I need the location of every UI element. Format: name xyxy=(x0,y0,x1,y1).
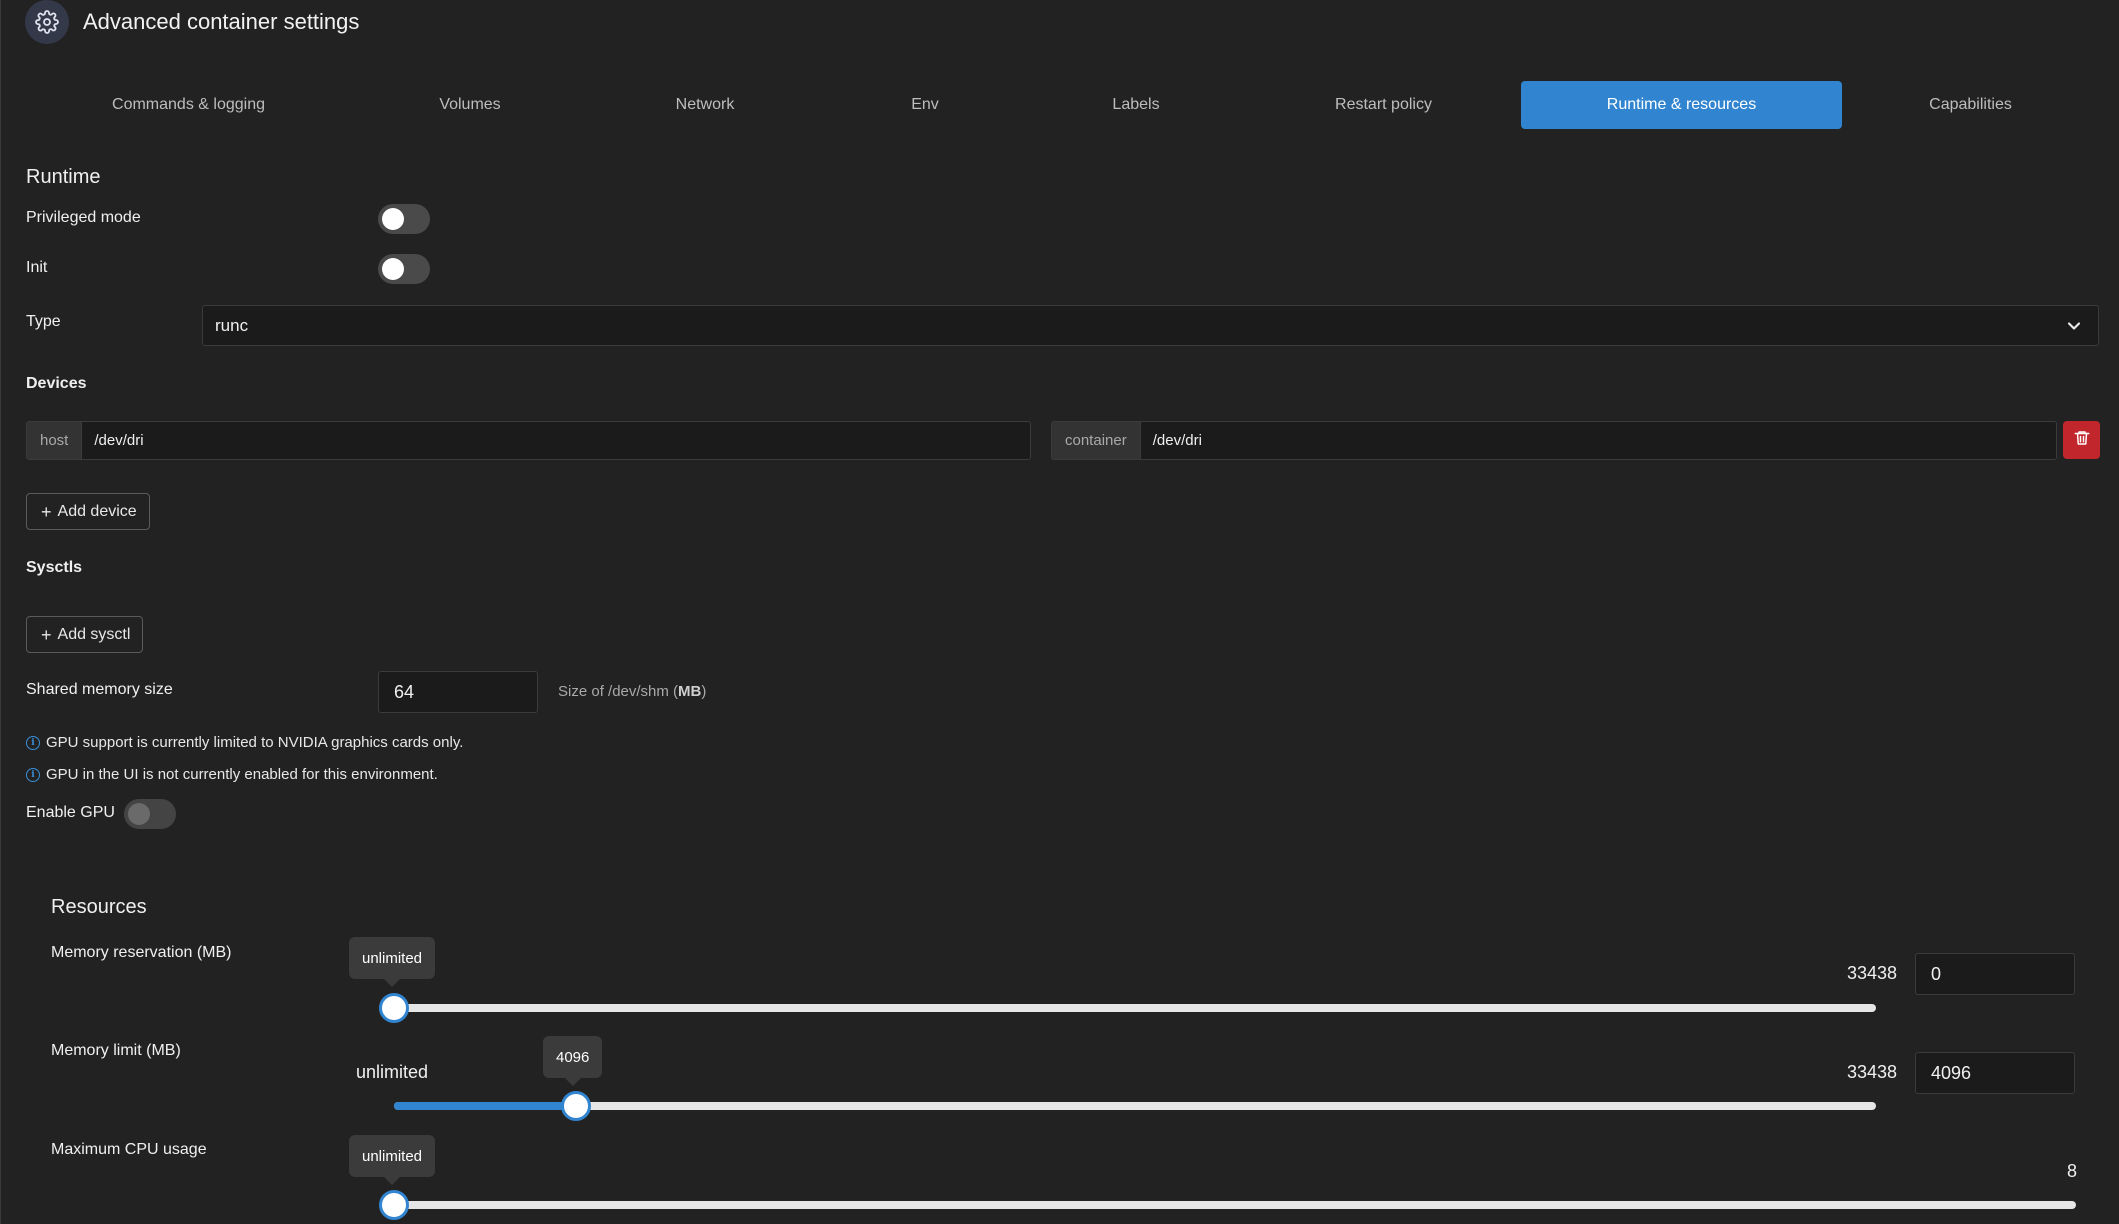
add-device-button[interactable]: + Add device xyxy=(26,493,150,530)
left-border xyxy=(0,0,1,1224)
privileged-mode-label: Privileged mode xyxy=(26,209,141,226)
tab-commands-logging[interactable]: Commands & logging xyxy=(80,81,297,129)
shared-memory-label: Shared memory size xyxy=(26,681,173,698)
plus-icon: + xyxy=(41,501,52,522)
tab-capabilities[interactable]: Capabilities xyxy=(1900,81,2041,129)
shared-memory-input[interactable]: 64 xyxy=(378,671,538,713)
resources-section-title: Resources xyxy=(51,896,147,918)
tab-runtime-resources[interactable]: Runtime & resources xyxy=(1521,81,1842,129)
max-cpu-thumb[interactable] xyxy=(379,1190,409,1220)
init-toggle[interactable] xyxy=(378,254,430,284)
max-cpu-tooltip: unlimited xyxy=(349,1135,436,1185)
host-addon: host xyxy=(27,422,83,459)
tab-volumes[interactable]: Volumes xyxy=(400,81,540,129)
runtime-section-title: Runtime xyxy=(26,166,101,188)
memory-limit-track[interactable] xyxy=(394,1102,1876,1110)
add-device-label: Add device xyxy=(57,502,137,520)
memory-reservation-thumb[interactable] xyxy=(379,993,409,1023)
memory-reservation-max: 33438 xyxy=(1847,963,1898,983)
gear-icon xyxy=(25,0,69,44)
device-host-group: host /dev/dri xyxy=(26,421,1031,460)
gpu-info-nvidia-text: GPU support is currently limited to NVID… xyxy=(46,734,464,751)
memory-limit-tooltip: 4096 xyxy=(543,1036,603,1086)
memory-reservation-label: Memory reservation (MB) xyxy=(51,944,232,961)
page-header: Advanced container settings xyxy=(25,0,359,44)
device-host-input[interactable]: /dev/dri xyxy=(82,422,1030,459)
hint-suffix: ) xyxy=(701,683,707,700)
add-sysctl-button[interactable]: + Add sysctl xyxy=(26,616,144,653)
tab-restart-policy[interactable]: Restart policy xyxy=(1300,81,1467,129)
memory-reservation-tooltip: unlimited xyxy=(349,937,436,987)
init-label: Init xyxy=(26,259,48,276)
runtime-type-select[interactable]: runc xyxy=(202,305,2099,346)
info-icon: i xyxy=(26,767,40,782)
sysctls-section-title: Sysctls xyxy=(26,559,83,576)
enable-gpu-label: Enable GPU xyxy=(26,804,115,821)
memory-limit-max: 33438 xyxy=(1847,1062,1898,1082)
devices-section-title: Devices xyxy=(26,375,87,392)
runtime-type-value: runc xyxy=(215,315,249,335)
gpu-info-disabled-text: GPU in the UI is not currently enabled f… xyxy=(46,766,438,783)
memory-reservation-input[interactable]: 0 xyxy=(1915,953,2075,995)
toggle-knob xyxy=(128,803,150,825)
gpu-info-disabled: i GPU in the UI is not currently enabled… xyxy=(26,766,438,783)
memory-reservation-track[interactable] xyxy=(394,1004,1876,1012)
container-addon: container xyxy=(1052,422,1141,459)
trash-icon xyxy=(2073,429,2091,452)
memory-limit-fill xyxy=(394,1102,576,1110)
max-cpu-label: Maximum CPU usage xyxy=(51,1141,207,1158)
memory-limit-input[interactable]: 4096 xyxy=(1915,1052,2075,1094)
memory-limit-label: Memory limit (MB) xyxy=(51,1042,181,1059)
device-container-input[interactable]: /dev/dri xyxy=(1140,422,2056,459)
shared-memory-hint: Size of /dev/shm (MB) xyxy=(558,683,706,700)
plus-icon: + xyxy=(41,624,52,645)
hint-prefix: Size of /dev/shm ( xyxy=(558,683,679,700)
info-icon: i xyxy=(26,735,40,750)
chevron-down-icon xyxy=(2064,316,2084,341)
tab-labels[interactable]: Labels xyxy=(1075,81,1197,129)
enable-gpu-toggle[interactable] xyxy=(124,799,176,829)
max-cpu-track[interactable] xyxy=(394,1201,2076,1209)
max-cpu-max: 8 xyxy=(2067,1161,2078,1181)
privileged-mode-toggle[interactable] xyxy=(378,204,430,234)
memory-limit-thumb[interactable] xyxy=(561,1091,591,1121)
tab-network[interactable]: Network xyxy=(640,81,770,129)
tab-env[interactable]: Env xyxy=(880,81,970,129)
device-container-group: container /dev/dri xyxy=(1051,421,2057,460)
toggle-knob xyxy=(382,258,404,280)
toggle-knob xyxy=(382,208,404,230)
type-label: Type xyxy=(26,313,61,330)
memory-limit-min: unlimited xyxy=(356,1062,429,1082)
page-title: Advanced container settings xyxy=(83,9,360,34)
add-sysctl-label: Add sysctl xyxy=(57,625,131,643)
hint-unit: MB xyxy=(678,683,702,700)
remove-device-button[interactable] xyxy=(2063,421,2100,459)
gpu-info-nvidia: i GPU support is currently limited to NV… xyxy=(26,734,463,751)
